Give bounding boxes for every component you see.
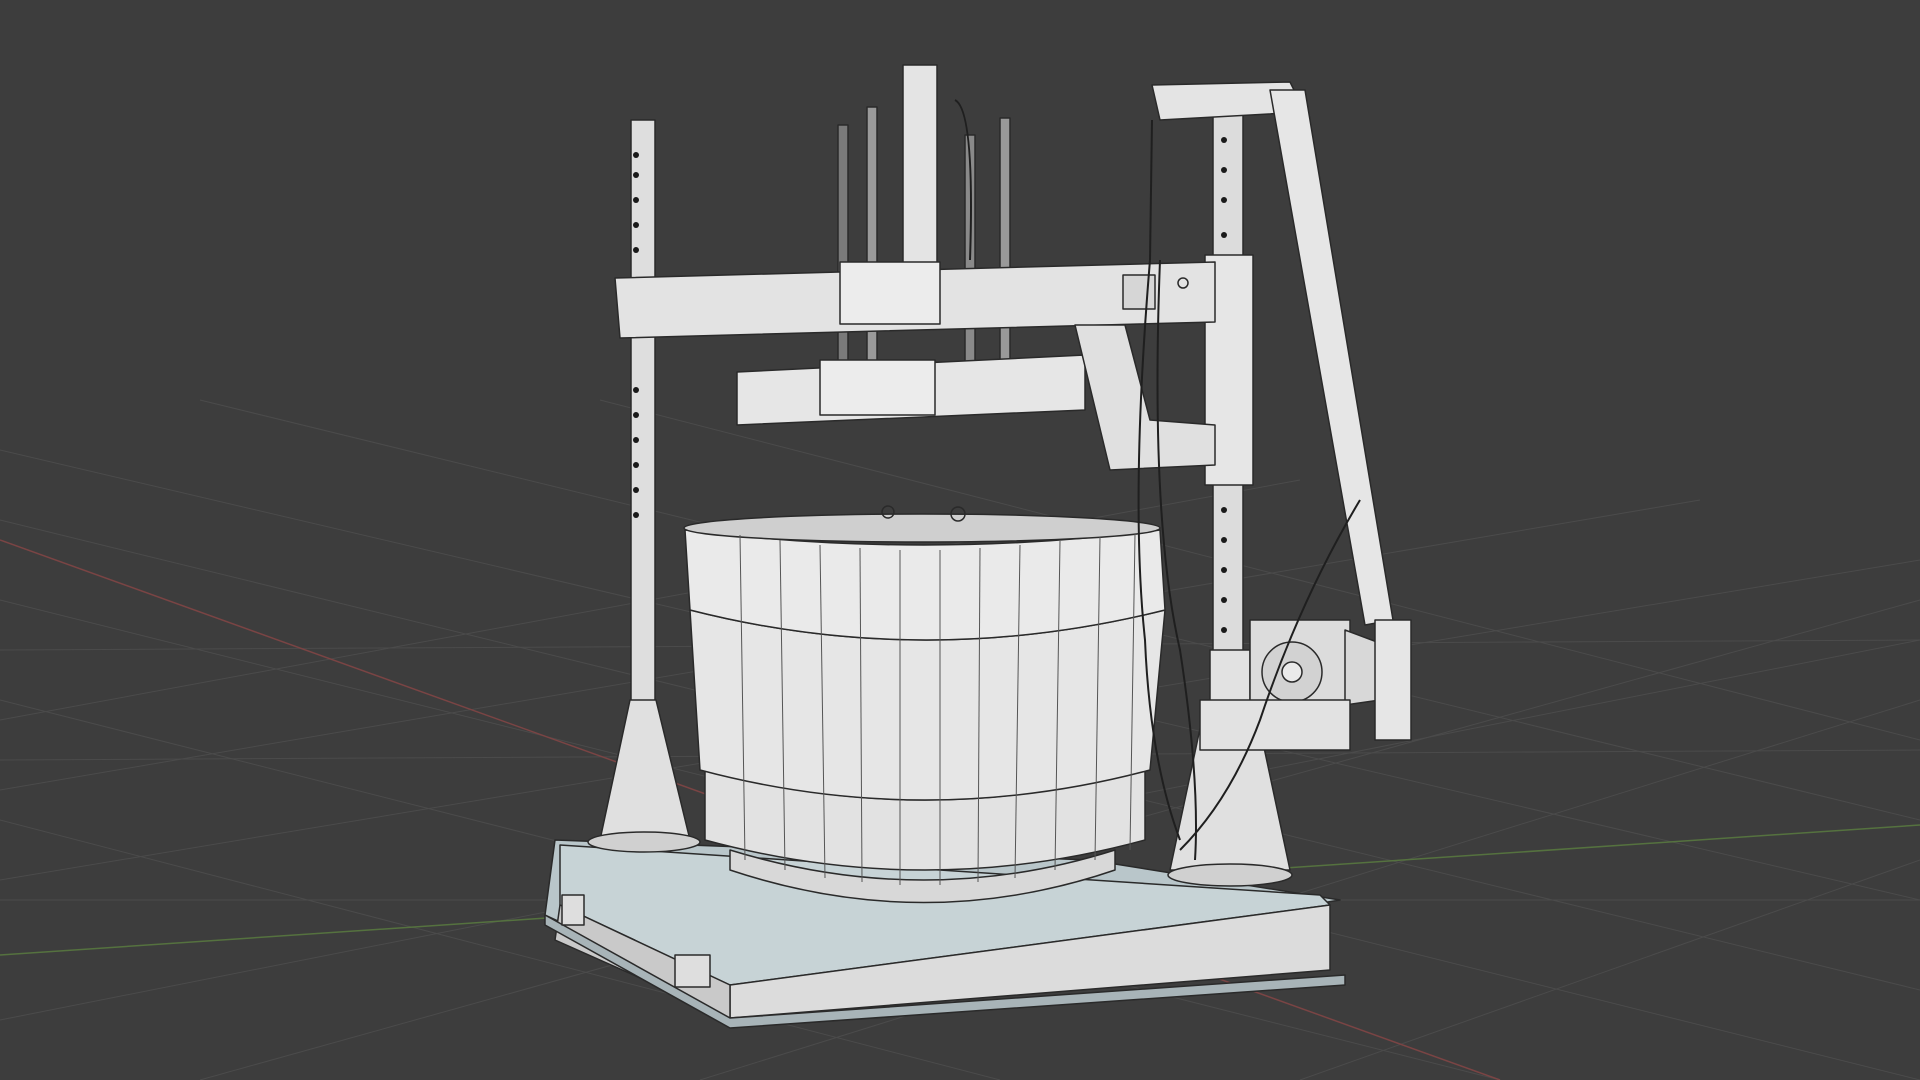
central-ram (902, 64, 938, 276)
base-foot-left (561, 894, 585, 926)
base-foot-right (674, 954, 711, 988)
viewport-canvas[interactable] (0, 0, 1920, 1080)
guide-rod-4 (999, 117, 1011, 369)
drum-top-band (684, 529, 1166, 641)
drum-rim (683, 513, 1161, 543)
crossbeam-clamp (1122, 274, 1156, 310)
left-foot-plate (587, 831, 701, 853)
3d-viewport[interactable] (0, 0, 1920, 1080)
press-beam-center-block (819, 359, 936, 416)
gearbox-shaft (1281, 661, 1303, 683)
right-foot-plate (1167, 863, 1293, 887)
gearbox-base (1199, 699, 1351, 751)
crossbeam-center-block (839, 261, 941, 325)
motor-mount (1374, 619, 1412, 741)
